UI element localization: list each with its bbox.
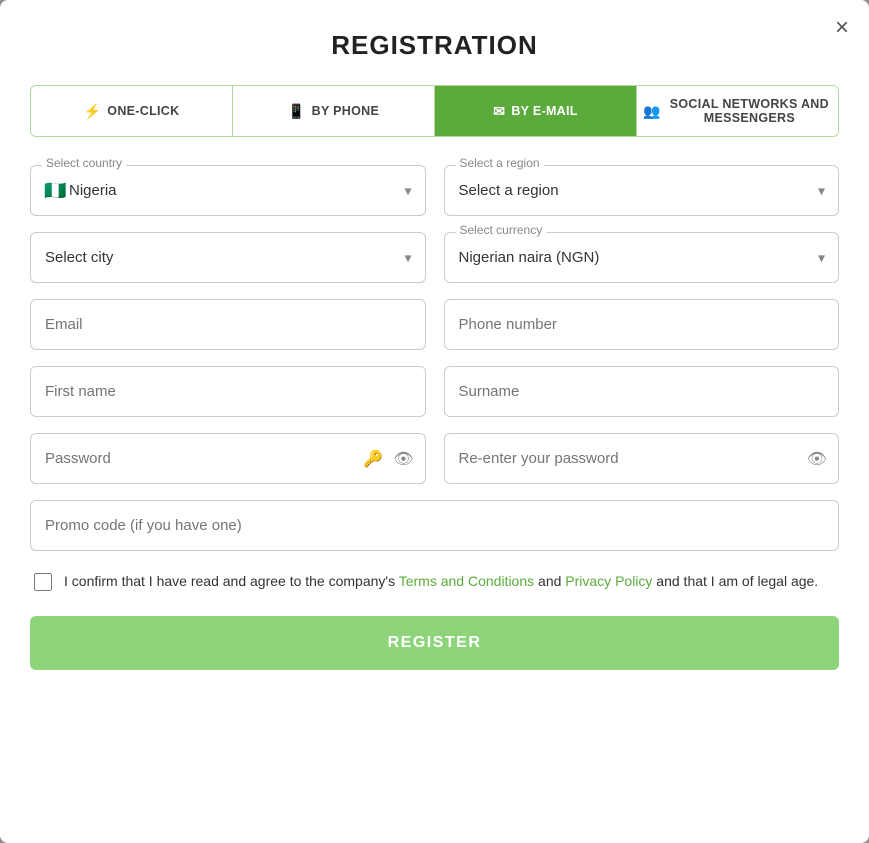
country-select[interactable]: Nigeria bbox=[30, 165, 426, 216]
repassword-group: 👁 bbox=[444, 433, 840, 484]
region-label: Select a region bbox=[456, 156, 544, 170]
terms-text: I confirm that I have read and agree to … bbox=[64, 571, 818, 592]
surname-input[interactable] bbox=[444, 366, 840, 417]
tab-social[interactable]: 👥 SOCIAL NETWORKS AND MESSENGERS bbox=[637, 86, 838, 136]
tab-one-click[interactable]: ⚡ ONE-CLICK bbox=[31, 86, 233, 136]
country-select-wrapper: 🇳🇬 Nigeria ▾ bbox=[30, 165, 426, 216]
repassword-input[interactable] bbox=[444, 433, 840, 484]
phone-input[interactable] bbox=[444, 299, 840, 350]
tab-by-email[interactable]: ✉ BY E-MAIL bbox=[435, 86, 637, 136]
registration-modal: × REGISTRATION ⚡ ONE-CLICK 📱 BY PHONE ✉ … bbox=[0, 0, 869, 843]
promo-input[interactable] bbox=[30, 500, 839, 551]
tab-one-click-label: ONE-CLICK bbox=[107, 104, 179, 118]
row-promo bbox=[30, 500, 839, 551]
modal-title: REGISTRATION bbox=[30, 30, 839, 61]
tab-social-label: SOCIAL NETWORKS AND MESSENGERS bbox=[667, 97, 832, 125]
repassword-visibility-toggle[interactable]: 👁 bbox=[807, 449, 827, 469]
row-passwords: 🔑 👁 👁 bbox=[30, 433, 839, 484]
row-email-phone bbox=[30, 299, 839, 350]
tab-by-email-label: BY E-MAIL bbox=[511, 104, 577, 118]
row-city-currency: Select city ▾ Select currency Nigerian n… bbox=[30, 232, 839, 283]
row-name-surname bbox=[30, 366, 839, 417]
currency-select[interactable]: Nigerian naira (NGN) bbox=[444, 232, 840, 283]
password-group: 🔑 👁 bbox=[30, 433, 426, 484]
region-select-wrapper: Select a region ▾ bbox=[444, 165, 840, 216]
terms-checkbox-row: I confirm that I have read and agree to … bbox=[30, 571, 839, 592]
region-group: Select a region Select a region ▾ bbox=[444, 165, 840, 216]
password-icons: 🔑 👁 bbox=[363, 449, 413, 469]
firstname-group bbox=[30, 366, 426, 417]
row-country-region: Select country 🇳🇬 Nigeria ▾ Select a reg… bbox=[30, 165, 839, 216]
terms-text-middle: and bbox=[534, 573, 565, 589]
country-group: Select country 🇳🇬 Nigeria ▾ bbox=[30, 165, 426, 216]
terms-text-before: I confirm that I have read and agree to … bbox=[64, 573, 399, 589]
key-icon: 🔑 bbox=[363, 449, 383, 469]
password-visibility-toggle[interactable]: 👁 bbox=[393, 449, 413, 469]
email-input[interactable] bbox=[30, 299, 426, 350]
terms-checkbox[interactable] bbox=[34, 573, 52, 591]
modal-overlay: × REGISTRATION ⚡ ONE-CLICK 📱 BY PHONE ✉ … bbox=[0, 0, 869, 843]
currency-label: Select currency bbox=[456, 223, 547, 237]
email-group bbox=[30, 299, 426, 350]
city-select[interactable]: Select city bbox=[30, 232, 426, 283]
city-group: Select city ▾ bbox=[30, 232, 426, 283]
region-select[interactable]: Select a region bbox=[444, 165, 840, 216]
surname-group bbox=[444, 366, 840, 417]
password-input-wrapper: 🔑 👁 bbox=[30, 433, 426, 484]
phone-icon: 📱 bbox=[288, 103, 306, 120]
currency-group: Select currency Nigerian naira (NGN) ▾ bbox=[444, 232, 840, 283]
close-button[interactable]: × bbox=[835, 16, 849, 40]
terms-link[interactable]: Terms and Conditions bbox=[399, 573, 534, 589]
country-label: Select country bbox=[42, 156, 126, 170]
privacy-link[interactable]: Privacy Policy bbox=[565, 573, 652, 589]
repassword-icons: 👁 bbox=[807, 449, 827, 469]
tab-by-phone[interactable]: 📱 BY PHONE bbox=[233, 86, 435, 136]
lightning-icon: ⚡ bbox=[84, 103, 102, 120]
promo-group bbox=[30, 500, 839, 551]
terms-text-after: and that I am of legal age. bbox=[652, 573, 818, 589]
tab-bar: ⚡ ONE-CLICK 📱 BY PHONE ✉ BY E-MAIL 👥 SOC… bbox=[30, 85, 839, 137]
city-select-wrapper: Select city ▾ bbox=[30, 232, 426, 283]
phone-group bbox=[444, 299, 840, 350]
register-button[interactable]: REGISTER bbox=[30, 616, 839, 670]
currency-select-wrapper: Nigerian naira (NGN) ▾ bbox=[444, 232, 840, 283]
tab-by-phone-label: BY PHONE bbox=[312, 104, 379, 118]
email-icon: ✉ bbox=[493, 103, 505, 120]
firstname-input[interactable] bbox=[30, 366, 426, 417]
repassword-input-wrapper: 👁 bbox=[444, 433, 840, 484]
social-icon: 👥 bbox=[643, 103, 661, 120]
